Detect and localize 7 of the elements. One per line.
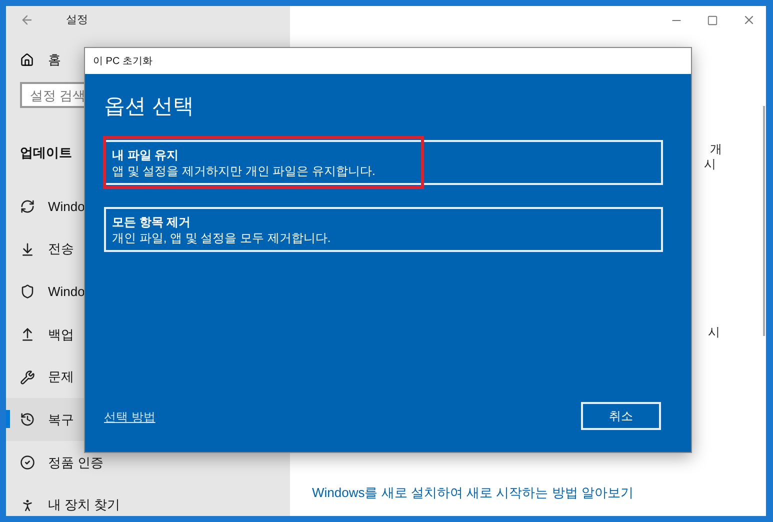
dialog-title: 이 PC 초기화 [93, 54, 152, 68]
dialog-heading: 옵션 선택 [104, 94, 195, 120]
text-fragment: 개 [710, 142, 722, 157]
text-fragment: 시 [708, 325, 720, 340]
section-heading: 업데이트 [20, 144, 72, 162]
text-fragment: 시 [704, 157, 716, 172]
window-title: 설정 [66, 12, 88, 28]
